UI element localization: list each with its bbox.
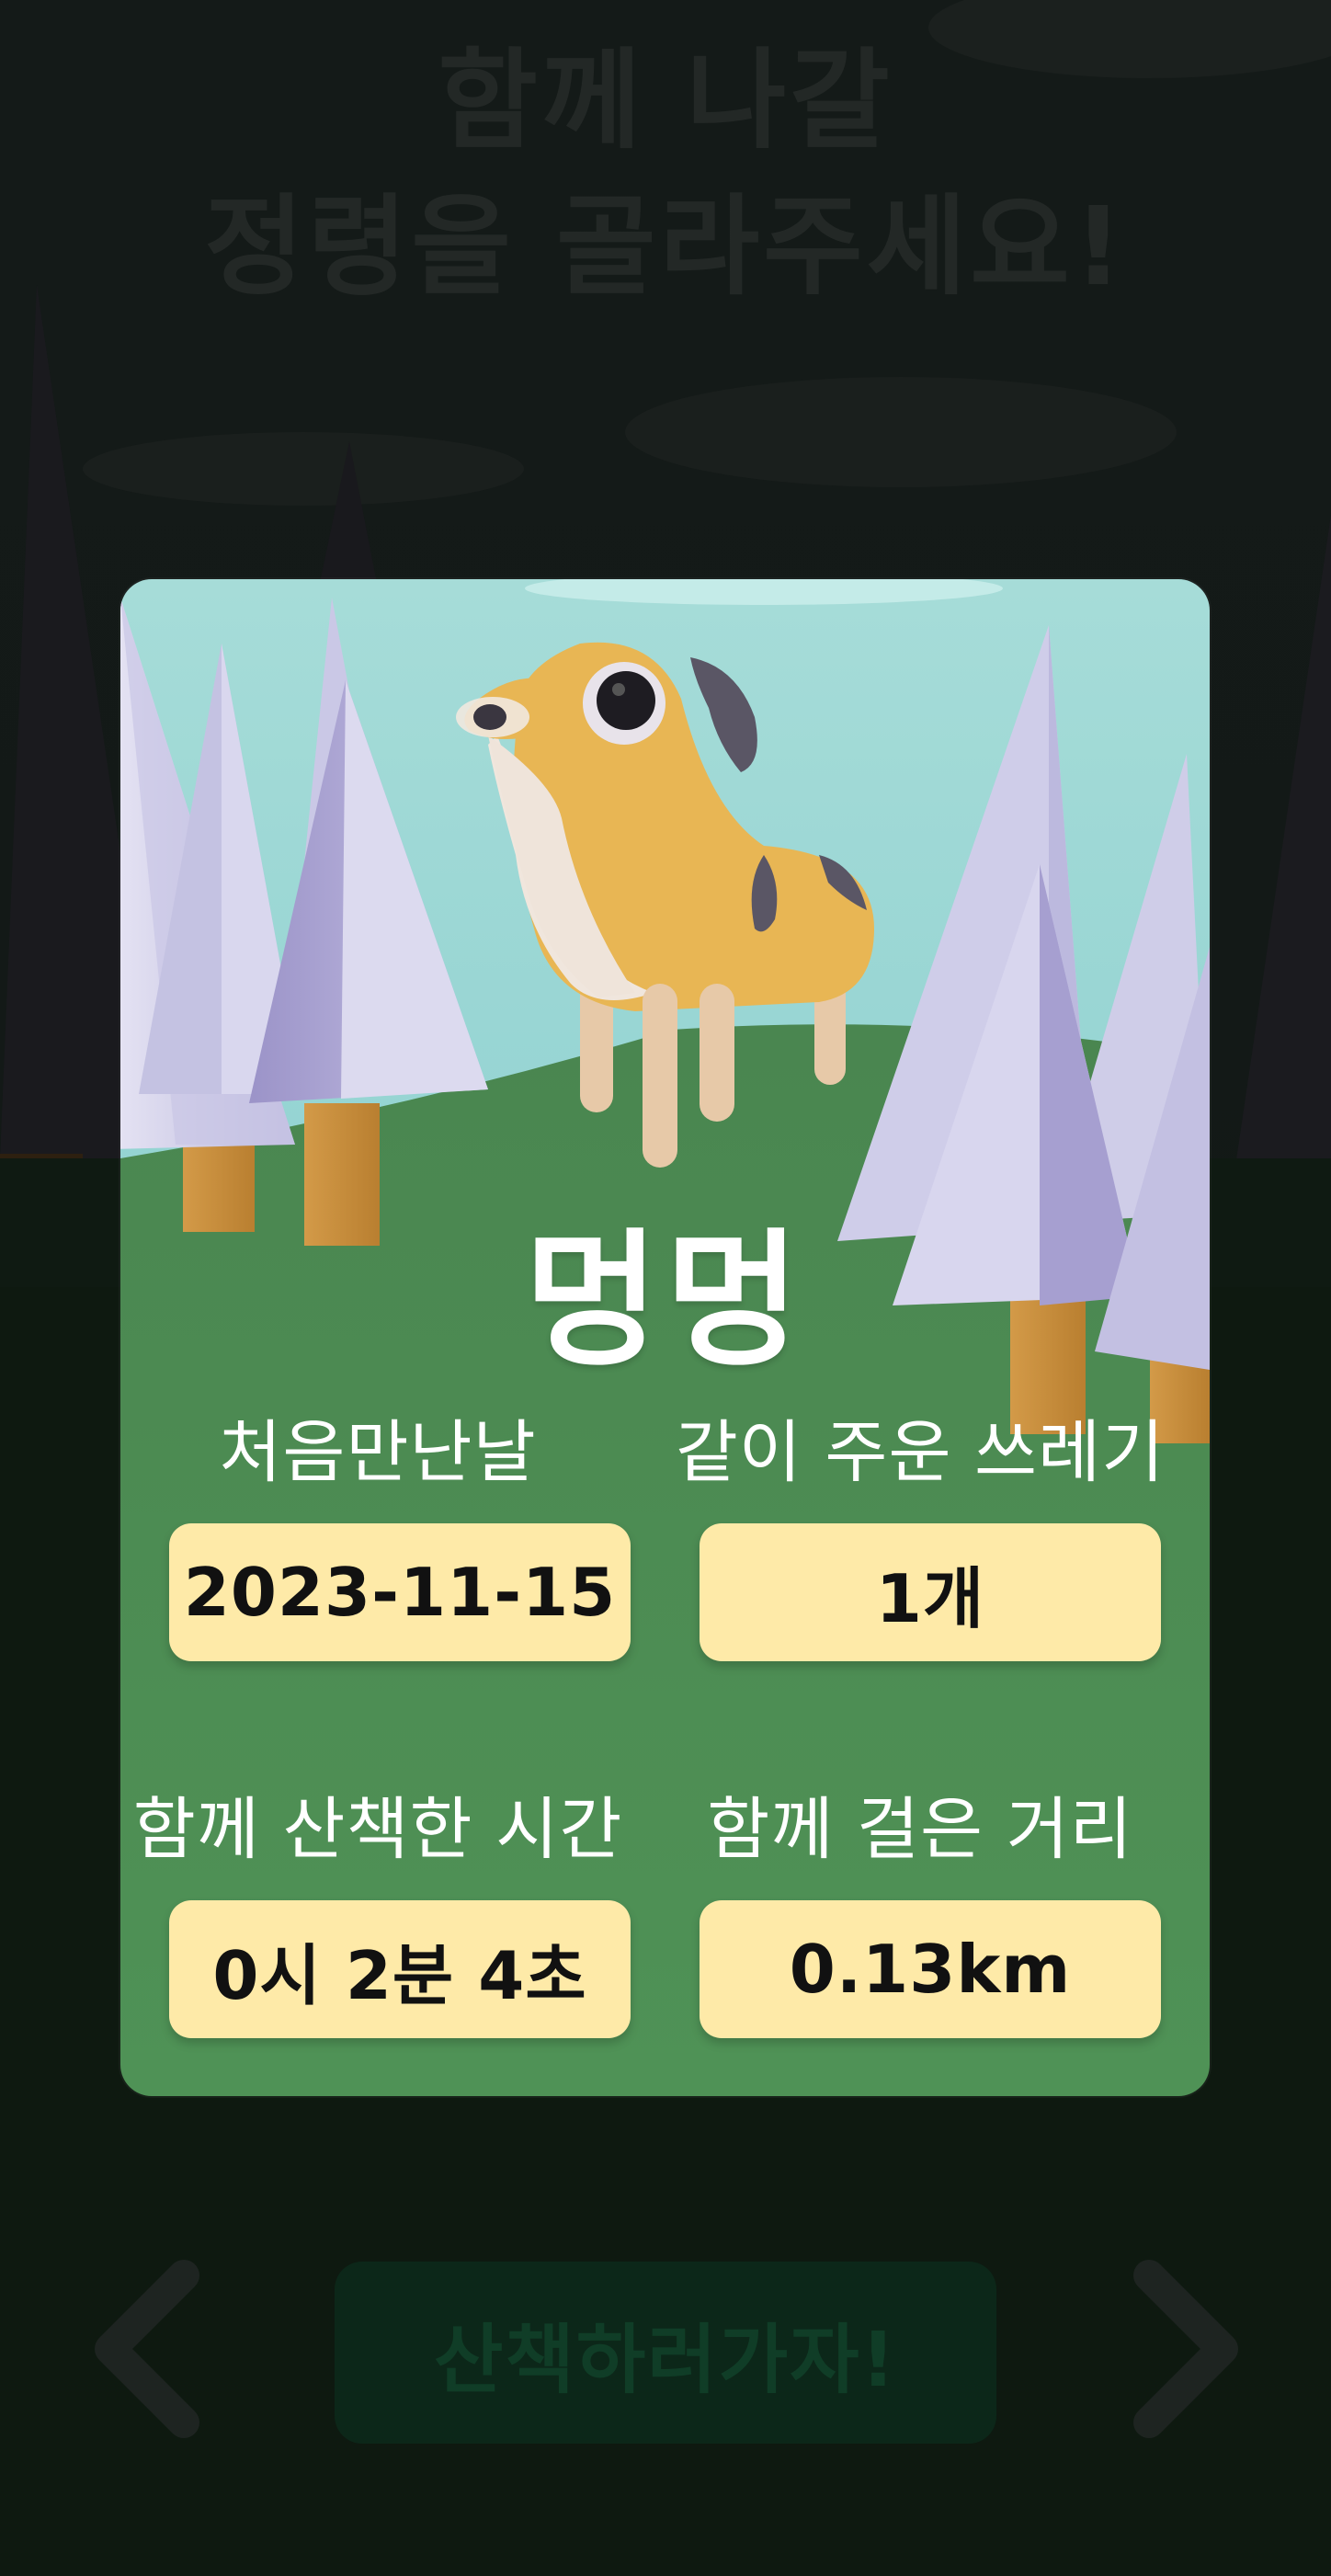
walk-distance-value: 0.13km <box>700 1900 1161 2038</box>
screen: 함께 나갈 정령을 골라주세요! 산책하러가자! 멍멍 처음만난날 같이 주운 … <box>0 0 1331 2576</box>
next-spirit-button[interactable] <box>1121 2257 1250 2441</box>
first-met-value: 2023-11-15 <box>169 1523 631 1661</box>
background-title-line-2: 정령을 골라주세요! <box>204 183 1127 311</box>
walk-time-value: 0시 2분 4초 <box>169 1900 631 2038</box>
walk-distance-label: 함께 걸은 거리 <box>707 1790 1133 1869</box>
background-title: 함께 나갈 정령을 골라주세요! <box>0 28 1331 321</box>
trash-collected-value: 1개 <box>700 1523 1161 1661</box>
pet-name: 멍멍 <box>524 1214 806 1386</box>
first-met-label: 처음만난날 <box>219 1413 537 1492</box>
trash-collected-label: 같이 주운 쓰레기 <box>675 1413 1166 1492</box>
background-title-line-1: 함께 나갈 <box>438 37 893 164</box>
chevron-left-icon <box>95 2260 199 2438</box>
walk-time-label: 함께 산책한 시간 <box>132 1790 623 1869</box>
go-walk-button[interactable]: 산책하러가자! <box>335 2262 996 2444</box>
prev-spirit-button[interactable] <box>83 2257 211 2441</box>
chevron-right-icon <box>1133 2260 1238 2438</box>
spirit-card: 멍멍 처음만난날 같이 주운 쓰레기 2023-11-15 1개 함께 산책한 … <box>120 579 1210 2096</box>
